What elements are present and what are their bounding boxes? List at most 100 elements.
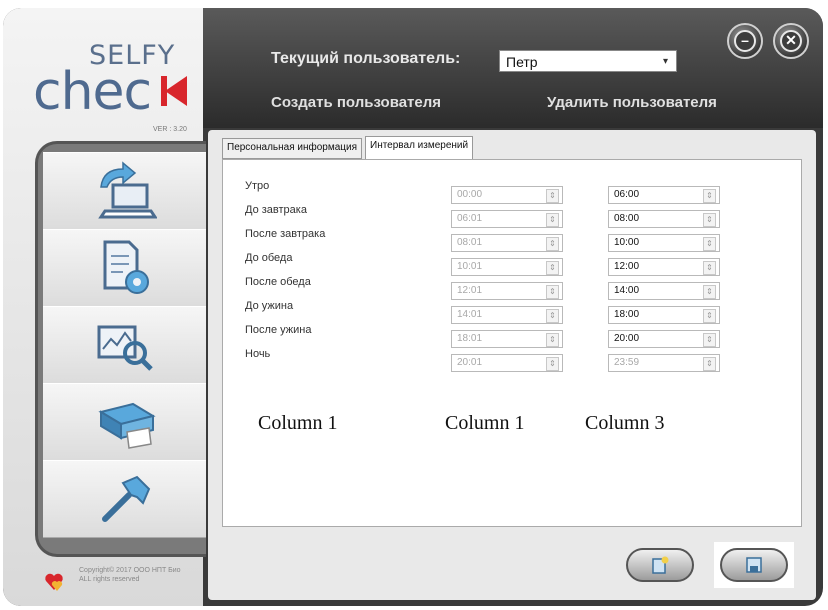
dropdown-arrow-icon: ▾ — [662, 56, 668, 67]
end-time-value: 14:00 — [614, 285, 640, 296]
spin-icon[interactable]: ⇕ — [703, 285, 716, 299]
spin-icon[interactable]: ⇕ — [703, 261, 716, 275]
end-time-input[interactable]: 06:00 ⇕ — [608, 186, 720, 204]
end-time-value: 12:00 — [614, 261, 640, 272]
minimize-icon: – — [734, 30, 756, 52]
create-user-button[interactable]: Создать пользователя — [271, 94, 441, 111]
end-time-value: 20:00 — [614, 333, 640, 344]
start-time-field: 00:00 ⇕ — [451, 186, 563, 204]
spin-icon: ⇕ — [546, 189, 559, 203]
start-time-value: 00:00 — [457, 189, 483, 200]
row-label: Утро — [245, 180, 270, 192]
copyright-text: Copyright© 2017 OOO НПТ Био ALL rights r… — [79, 566, 199, 584]
app-window: SELFY chec VER : 3.20 Copyright© 2017 OO… — [3, 8, 823, 606]
start-time-field: 10:01 ⇕ — [451, 258, 563, 276]
copyright-line-1: Copyright© 2017 OOO НПТ Био — [79, 567, 181, 574]
start-time-value: 12:01 — [457, 285, 483, 296]
end-time-value: 10:00 — [614, 237, 640, 248]
save-button[interactable] — [720, 548, 788, 582]
nav-panel — [35, 141, 206, 557]
save-icon — [746, 557, 762, 573]
nav-item-settings[interactable] — [43, 229, 206, 307]
selfy-check-logo: SELFY chec — [33, 26, 198, 126]
spin-icon[interactable]: ⇕ — [703, 189, 716, 203]
start-time-value: 08:01 — [457, 237, 483, 248]
delete-user-button[interactable]: Удалить пользователя — [547, 94, 717, 111]
tab-personal-info[interactable]: Персональная информация — [222, 138, 363, 159]
end-time-input[interactable]: 20:00 ⇕ — [608, 330, 720, 348]
spin-icon: ⇕ — [546, 333, 559, 347]
end-time-input[interactable]: 08:00 ⇕ — [608, 210, 720, 228]
minimize-button[interactable]: – — [727, 23, 763, 59]
close-button[interactable]: ✕ — [773, 23, 809, 59]
row-label: До обеда — [245, 252, 293, 264]
end-time-value: 08:00 — [614, 213, 640, 224]
copyright-footer: Copyright© 2017 OOO НПТ Био ALL rights r… — [37, 562, 197, 602]
header-bar: Текущий пользователь: Петр ▾ Создать пол… — [203, 8, 823, 128]
logo-k-arrow — [165, 76, 187, 106]
hearts-logo-icon — [45, 573, 63, 591]
spin-icon: ⇕ — [703, 357, 716, 371]
end-time-input[interactable]: 12:00 ⇕ — [608, 258, 720, 276]
sidebar: SELFY chec VER : 3.20 Copyright© 2017 OO… — [3, 8, 206, 606]
spin-icon: ⇕ — [546, 357, 559, 371]
chart-search-icon — [97, 325, 153, 371]
end-time-input[interactable]: 18:00 ⇕ — [608, 306, 720, 324]
start-time-field: 18:01 ⇕ — [451, 330, 563, 348]
spin-icon: ⇕ — [546, 261, 559, 275]
column-caption: Column 1 — [258, 412, 338, 434]
document-settings-icon — [103, 240, 149, 294]
current-user-label: Текущий пользователь: — [271, 50, 461, 67]
start-time-field: 20:01 ⇕ — [451, 354, 563, 372]
hammer-icon — [102, 475, 151, 522]
interval-sheet: Утро До завтрака После завтрака До обеда… — [222, 159, 802, 527]
spin-icon: ⇕ — [546, 285, 559, 299]
spin-icon[interactable]: ⇕ — [703, 309, 716, 323]
nav-item-import[interactable] — [43, 152, 206, 230]
end-time-field: 23:59 ⇕ — [608, 354, 720, 372]
start-time-value: 18:01 — [457, 333, 483, 344]
start-time-field: 14:01 ⇕ — [451, 306, 563, 324]
end-time-value: 06:00 — [614, 189, 640, 200]
close-icon: ✕ — [780, 30, 802, 52]
start-time-value: 14:01 — [457, 309, 483, 320]
end-time-input[interactable]: 14:00 ⇕ — [608, 282, 720, 300]
printer-icon — [98, 402, 156, 449]
new-button[interactable] — [626, 548, 694, 582]
end-time-value: 18:00 — [614, 309, 640, 320]
nav-item-tools[interactable] — [43, 460, 206, 538]
start-time-field: 12:01 ⇕ — [451, 282, 563, 300]
current-user-value: Петр — [506, 54, 538, 70]
spin-icon[interactable]: ⇕ — [703, 213, 716, 227]
column-caption: Column 3 — [585, 412, 665, 434]
save-button-area — [714, 542, 794, 588]
column-caption: Column 1 — [445, 412, 525, 434]
row-label: До завтрака — [245, 204, 307, 216]
start-time-value: 06:01 — [457, 213, 483, 224]
version-label: VER : 3.20 — [153, 126, 187, 133]
end-time-input[interactable]: 10:00 ⇕ — [608, 234, 720, 252]
start-time-value: 10:01 — [457, 261, 483, 272]
spin-icon[interactable]: ⇕ — [703, 237, 716, 251]
spin-icon: ⇕ — [546, 309, 559, 323]
row-label: После ужина — [245, 324, 312, 336]
content-panel: Персональная информация Интервал измерен… — [208, 130, 816, 600]
tab-measurement-interval[interactable]: Интервал измерений — [365, 136, 474, 160]
start-time-field: 06:01 ⇕ — [451, 210, 563, 228]
row-label: После обеда — [245, 276, 311, 288]
row-label: После завтрака — [245, 228, 326, 240]
spin-icon: ⇕ — [546, 237, 559, 251]
row-label: До ужина — [245, 300, 294, 312]
nav-item-analysis[interactable] — [43, 306, 206, 384]
import-to-computer-icon — [98, 161, 157, 219]
logo-check-text: chec — [33, 62, 152, 122]
nav-item-print[interactable] — [43, 383, 206, 461]
spin-icon[interactable]: ⇕ — [703, 333, 716, 347]
start-time-value: 20:01 — [457, 357, 483, 368]
end-time-value: 23:59 — [614, 357, 640, 368]
row-label: Ночь — [245, 348, 271, 360]
copyright-line-2: ALL rights reserved — [79, 576, 140, 583]
current-user-select[interactable]: Петр ▾ — [499, 50, 677, 72]
spin-icon: ⇕ — [546, 213, 559, 227]
start-time-field: 08:01 ⇕ — [451, 234, 563, 252]
